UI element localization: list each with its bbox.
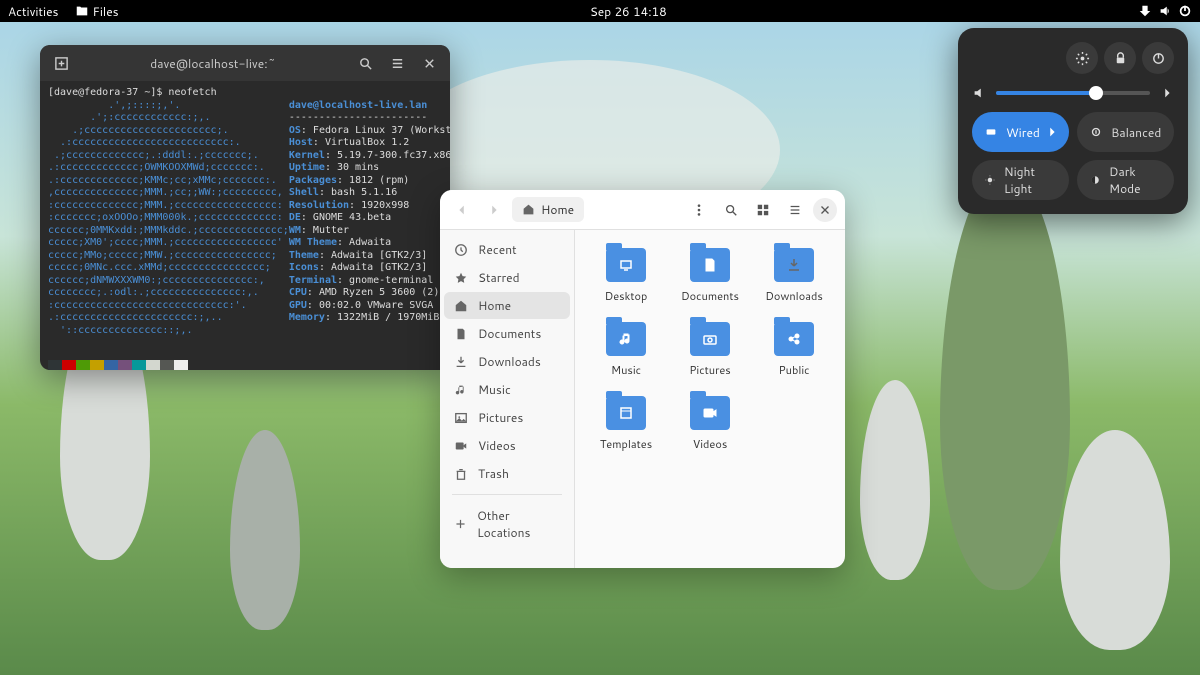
terminal-window: dave@localhost-live:~ [dave@fedora-37 ~]… xyxy=(40,45,450,370)
terminal-titlebar[interactable]: dave@localhost-live:~ xyxy=(40,45,450,81)
search-icon xyxy=(724,203,738,217)
wired-toggle[interactable]: Wired xyxy=(972,112,1069,152)
sidebar-item-recent[interactable]: Recent xyxy=(444,236,570,263)
power-button[interactable] xyxy=(1142,42,1174,74)
folder-pictures[interactable]: Pictures xyxy=(671,322,749,378)
folder-documents[interactable]: Documents xyxy=(671,248,749,304)
settings-button[interactable] xyxy=(1066,42,1098,74)
folder-downloads[interactable]: Downloads xyxy=(755,248,833,304)
path-bar[interactable]: Home xyxy=(512,197,584,222)
folder-templates[interactable]: Templates xyxy=(587,396,665,452)
list-icon xyxy=(788,203,802,217)
sidebar-item-other-locations[interactable]: Other Locations xyxy=(444,502,570,546)
sidebar-item-videos[interactable]: Videos xyxy=(444,432,570,459)
chevron-right-icon[interactable] xyxy=(1160,86,1174,100)
volume-slider[interactable] xyxy=(996,91,1150,95)
sidebar-item-pictures[interactable]: Pictures xyxy=(444,404,570,431)
view-menu-button[interactable] xyxy=(685,196,713,224)
back-button[interactable] xyxy=(448,196,476,224)
forward-button[interactable] xyxy=(480,196,508,224)
sidebar-item-trash[interactable]: Trash xyxy=(444,460,570,487)
lock-button[interactable] xyxy=(1104,42,1136,74)
icon-view-button[interactable] xyxy=(749,196,777,224)
clock[interactable]: Sep 26 14:18 xyxy=(590,3,667,20)
close-button[interactable] xyxy=(813,198,837,222)
terminal-title: dave@localhost-live:~ xyxy=(80,55,346,72)
sidebar-item-music[interactable]: Music xyxy=(444,376,570,403)
home-icon xyxy=(522,203,535,216)
sidebar-item-starred[interactable]: Starred xyxy=(444,264,570,291)
top-bar: Activities Files Sep 26 14:18 xyxy=(0,0,1200,22)
power-icon[interactable] xyxy=(1178,4,1192,18)
folder-grid[interactable]: DesktopDocumentsDownloads MusicPicturesPu… xyxy=(575,230,845,568)
slider-thumb[interactable] xyxy=(1089,86,1103,100)
files-icon xyxy=(75,4,89,18)
search-button[interactable] xyxy=(352,50,378,76)
chevron-right-icon xyxy=(487,203,501,217)
chevron-right-icon xyxy=(1045,125,1059,139)
files-app-indicator[interactable]: Files xyxy=(75,3,119,20)
folder-desktop[interactable]: Desktop xyxy=(587,248,665,304)
kebab-icon xyxy=(692,203,706,217)
chevron-left-icon xyxy=(455,203,469,217)
files-headerbar: Home xyxy=(440,190,845,230)
places-sidebar: RecentStarredHomeDocumentsDownloadsMusic… xyxy=(440,230,575,568)
close-icon xyxy=(422,56,437,71)
new-tab-button[interactable] xyxy=(48,50,74,76)
quick-settings-panel: Wired Balanced Night Light Dark Mode xyxy=(958,28,1188,214)
dark-mode-icon xyxy=(1089,173,1101,187)
activities-button[interactable]: Activities xyxy=(8,3,59,20)
folder-public[interactable]: Public xyxy=(755,322,833,378)
folder-music[interactable]: Music xyxy=(587,322,665,378)
files-window: Home RecentStarredHomeDocumentsDownloads… xyxy=(440,190,845,568)
balanced-icon xyxy=(1089,125,1103,139)
volume-icon[interactable] xyxy=(1158,4,1172,18)
sidebar-item-documents[interactable]: Documents xyxy=(444,320,570,347)
dark-mode-toggle[interactable]: Dark Mode xyxy=(1077,160,1174,200)
list-view-button[interactable] xyxy=(781,196,809,224)
menu-button[interactable] xyxy=(384,50,410,76)
speaker-icon xyxy=(972,86,986,100)
lock-icon xyxy=(1113,51,1128,66)
close-button[interactable] xyxy=(416,50,442,76)
wired-icon xyxy=(984,125,998,139)
gear-icon xyxy=(1075,51,1090,66)
power-icon xyxy=(1151,51,1166,66)
night-light-toggle[interactable]: Night Light xyxy=(972,160,1069,200)
sidebar-item-downloads[interactable]: Downloads xyxy=(444,348,570,375)
close-icon xyxy=(818,203,832,217)
terminal-content[interactable]: [dave@fedora-37 ~]$ neofetch .',;::::;,'… xyxy=(40,81,450,370)
grid-icon xyxy=(756,203,770,217)
network-icon[interactable] xyxy=(1138,4,1152,18)
night-light-icon xyxy=(984,173,996,187)
search-button[interactable] xyxy=(717,196,745,224)
volume-slider-row xyxy=(972,86,1174,100)
balanced-toggle[interactable]: Balanced xyxy=(1077,112,1174,152)
folder-videos[interactable]: Videos xyxy=(671,396,749,452)
sidebar-item-home[interactable]: Home xyxy=(444,292,570,319)
